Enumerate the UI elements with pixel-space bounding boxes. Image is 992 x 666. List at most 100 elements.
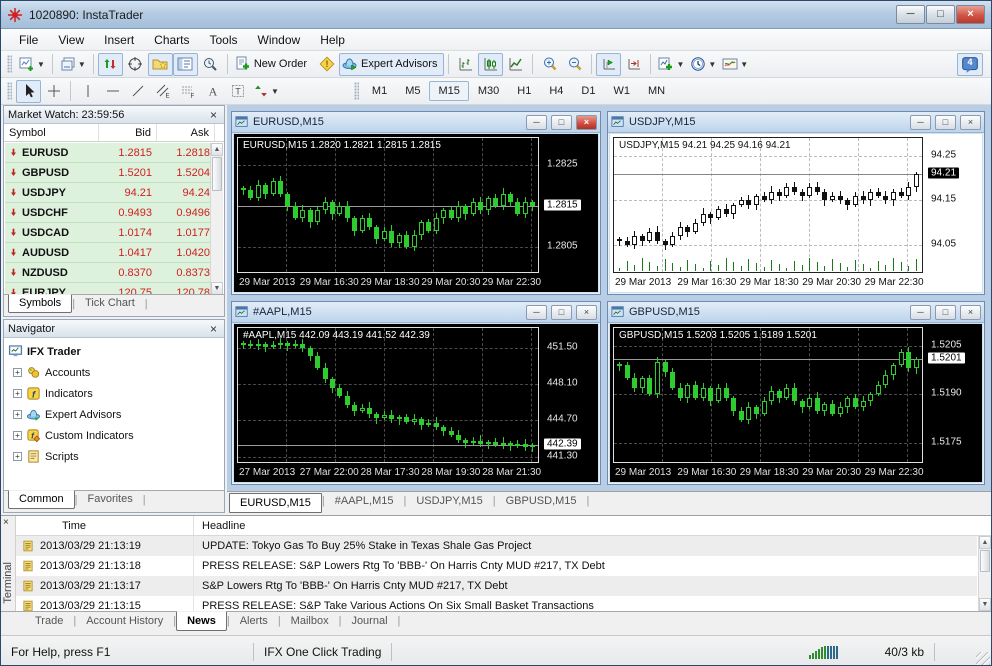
market-watch-row[interactable]: NZDUSD 0.8370 0.8373 xyxy=(5,263,210,283)
toolbar-grip[interactable] xyxy=(353,82,359,100)
scroll-up-icon[interactable]: ▲ xyxy=(211,143,223,156)
crosshair-tool-button[interactable] xyxy=(41,80,66,103)
period-d1-button[interactable]: D1 xyxy=(572,81,604,101)
chart-body[interactable]: #AAPL,M15 442.09 443.19 441.52 442.39 451… xyxy=(234,324,598,482)
period-h4-button[interactable]: H4 xyxy=(540,81,572,101)
close-icon[interactable]: × xyxy=(3,518,9,528)
chevron-down-icon[interactable]: ▼ xyxy=(676,60,684,69)
chevron-down-icon[interactable]: ▼ xyxy=(78,60,86,69)
text-label-tool-button[interactable]: T xyxy=(225,80,250,103)
price-axis[interactable]: 1.2825 1.2805 1.2815 xyxy=(541,137,598,273)
vertical-line-tool-button[interactable] xyxy=(75,80,100,103)
scroll-up-icon[interactable]: ▲ xyxy=(979,536,991,549)
line-chart-mode-button[interactable] xyxy=(503,53,528,76)
tab-favorites[interactable]: Favorites xyxy=(77,491,142,508)
column-ask[interactable]: Ask xyxy=(157,124,215,141)
tree-item-accounts[interactable]: + Accounts xyxy=(8,362,224,383)
tab-trade[interactable]: Trade xyxy=(25,612,73,630)
news-row[interactable]: 2013/03/29 21:13:17 S&P Lowers Rtg To 'BB… xyxy=(16,576,977,596)
expand-icon[interactable]: + xyxy=(13,452,22,461)
trendline-tool-button[interactable] xyxy=(125,80,150,103)
periods-list-button[interactable]: ▼ xyxy=(687,53,719,76)
strategy-tester-button[interactable] xyxy=(198,53,223,76)
chevron-down-icon[interactable]: ▼ xyxy=(740,60,748,69)
minimize-button[interactable]: ─ xyxy=(910,114,931,130)
profiles-button[interactable]: ▼ xyxy=(57,53,89,76)
restore-button[interactable]: □ xyxy=(551,304,572,320)
news-row[interactable]: 2013/03/29 21:13:19 UPDATE: Tokyo Gas To … xyxy=(16,536,977,556)
horizontal-line-tool-button[interactable] xyxy=(100,80,125,103)
arrows-tool-button[interactable]: ▼ xyxy=(250,80,282,103)
notifications-button[interactable]: 4 xyxy=(957,53,983,76)
tab-journal[interactable]: Journal xyxy=(341,612,397,630)
chart-window-titlebar[interactable]: EURUSD,M15 ─ □ × xyxy=(232,112,600,133)
news-scrollbar[interactable]: ▲ ▼ xyxy=(978,536,991,611)
chart-plot[interactable]: EURUSD,M15 1.2820 1.2821 1.2815 1.2815 xyxy=(237,137,539,273)
equidistant-channel-tool-button[interactable]: E xyxy=(150,80,175,103)
tree-item-scripts[interactable]: + Scripts xyxy=(8,446,224,467)
period-m15-button[interactable]: M15 xyxy=(429,81,469,101)
tab-symbols[interactable]: Symbols xyxy=(8,294,73,313)
market-watch-row[interactable]: EURUSD 1.2815 1.2818 xyxy=(5,143,210,163)
maximize-button[interactable]: □ xyxy=(926,5,955,24)
restore-button[interactable]: □ xyxy=(551,114,572,130)
chart-tab-usdjpy-m15[interactable]: USDJPY,M15 xyxy=(406,492,492,510)
time-axis[interactable]: 29 Mar 2013 29 Mar 16:30 29 Mar 18:30 29 Ma… xyxy=(613,466,924,480)
minimize-button[interactable]: ─ xyxy=(896,5,925,24)
expand-icon[interactable]: + xyxy=(13,410,22,419)
market-watch-row[interactable]: USDCHF 0.9493 0.9496 xyxy=(5,203,210,223)
column-headline[interactable]: Headline xyxy=(194,516,991,535)
menu-item-tools[interactable]: Tools xyxy=(200,31,248,49)
indicators-list-button[interactable]: ▼ xyxy=(655,53,687,76)
market-watch-row[interactable]: USDJPY 94.21 94.24 xyxy=(5,183,210,203)
menu-item-window[interactable]: Window xyxy=(248,31,311,49)
chevron-down-icon[interactable]: ▼ xyxy=(708,60,716,69)
expand-icon[interactable]: + xyxy=(13,431,22,440)
tree-item-indicators[interactable]: + f Indicators xyxy=(8,383,224,404)
close-icon[interactable]: × xyxy=(207,109,220,121)
chart-body[interactable]: USDJPY,M15 94.21 94.25 94.16 94.21 94.25 9… xyxy=(610,134,982,292)
new-order-button[interactable]: New Order xyxy=(232,53,314,76)
market-watch-row[interactable]: AUDUSD 1.0417 1.0420 xyxy=(5,243,210,263)
fibonacci-tool-button[interactable]: F xyxy=(175,80,200,103)
text-tool-button[interactable]: A xyxy=(200,80,225,103)
chart-body[interactable]: EURUSD,M15 1.2820 1.2821 1.2815 1.2815 1.… xyxy=(234,134,598,292)
period-w1-button[interactable]: W1 xyxy=(604,81,639,101)
menu-item-view[interactable]: View xyxy=(48,31,94,49)
market-watch-row[interactable]: GBPUSD 1.5201 1.5204 xyxy=(5,163,210,183)
chart-tab-eurusd-m15[interactable]: EURUSD,M15 xyxy=(229,493,322,513)
cursor-tool-button[interactable] xyxy=(16,79,41,103)
chart-window-titlebar[interactable]: #AAPL,M15 ─ □ × xyxy=(232,302,600,323)
close-button[interactable]: × xyxy=(960,304,981,320)
tree-root-ifx-trader[interactable]: IFX Trader xyxy=(8,341,224,362)
time-axis[interactable]: 29 Mar 2013 29 Mar 16:30 29 Mar 18:30 29 Ma… xyxy=(613,276,924,290)
price-axis[interactable]: 1.5205 1.5190 1.5175 1.5201 xyxy=(925,327,982,463)
tab-tick-chart[interactable]: Tick Chart xyxy=(75,295,145,312)
chart-tab-gbpusd-m15[interactable]: GBPUSD,M15 xyxy=(496,492,587,510)
menu-item-charts[interactable]: Charts xyxy=(144,31,199,49)
tab-news[interactable]: News xyxy=(176,611,227,631)
navigator-toggle-button[interactable] xyxy=(147,52,173,76)
period-m30-button[interactable]: M30 xyxy=(469,81,508,101)
expand-icon[interactable]: + xyxy=(13,368,22,377)
restore-button[interactable]: □ xyxy=(935,114,956,130)
column-bid[interactable]: Bid xyxy=(99,124,157,141)
resize-grip[interactable] xyxy=(976,652,990,665)
column-time[interactable]: Time xyxy=(16,516,194,535)
tree-item-expert-advisors[interactable]: + Expert Advisors xyxy=(8,404,224,425)
close-button[interactable]: × xyxy=(956,5,985,24)
market-watch-toggle-button[interactable] xyxy=(97,52,123,76)
templates-button[interactable]: ▼ xyxy=(719,53,751,76)
scroll-down-icon[interactable]: ▼ xyxy=(979,598,991,611)
toolbar-grip[interactable] xyxy=(7,55,12,73)
chart-window-titlebar[interactable]: GBPUSD,M15 ─ □ × xyxy=(608,302,984,323)
minimize-button[interactable]: ─ xyxy=(526,304,547,320)
expand-icon[interactable]: + xyxy=(13,389,22,398)
period-h1-button[interactable]: H1 xyxy=(508,81,540,101)
terminal-toggle-button[interactable] xyxy=(172,52,198,76)
important-button[interactable]: ! xyxy=(314,53,339,76)
tab-account-history[interactable]: Account History xyxy=(76,612,173,630)
close-button[interactable]: × xyxy=(960,114,981,130)
tab-common[interactable]: Common xyxy=(8,490,75,509)
scroll-thumb[interactable] xyxy=(212,157,222,191)
